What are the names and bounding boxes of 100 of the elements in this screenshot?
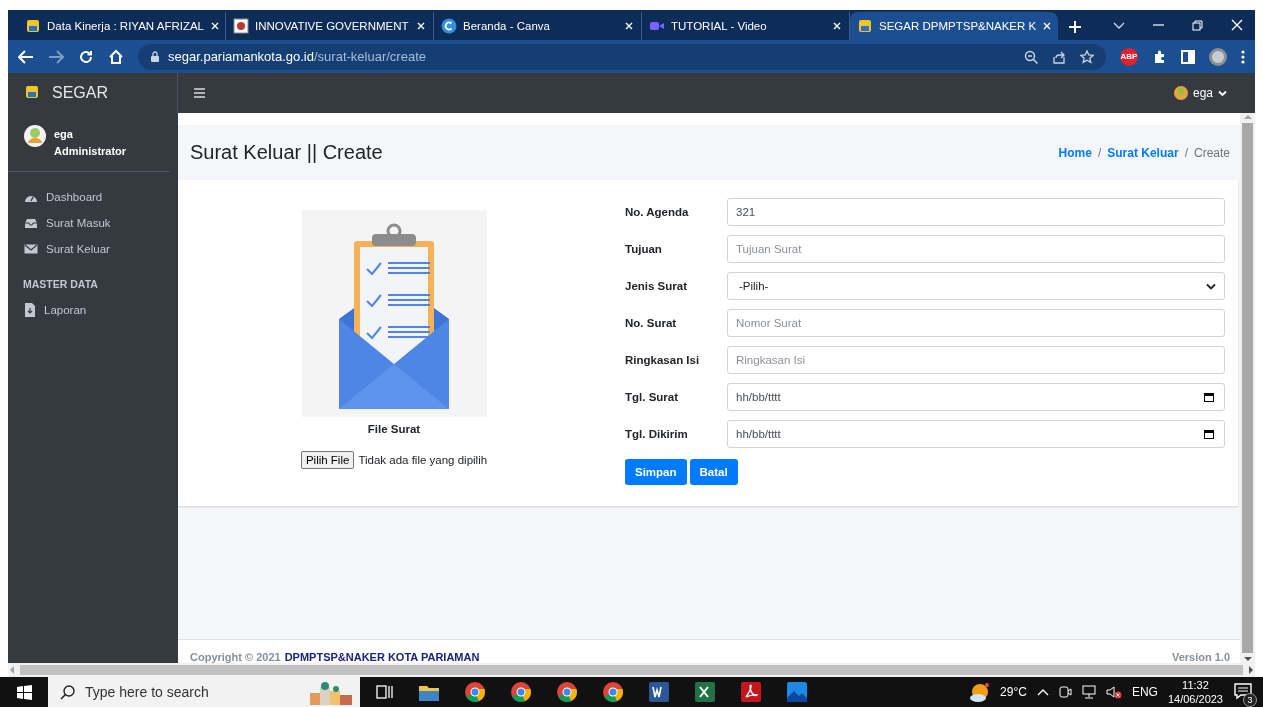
zoom-out-icon[interactable] [1024, 49, 1038, 64]
adblock-extension-button[interactable]: ABP [1120, 47, 1138, 66]
address-bar[interactable]: segar.pariamankota.go.id/surat-keluar/create [138, 43, 1106, 70]
horizontal-scrollbar[interactable] [8, 663, 1255, 677]
copyright-text: Copyright © 2021 [190, 651, 281, 663]
browser-tab[interactable]: SEGAR DPMPTSP&NAKER K [850, 12, 1058, 40]
user-name: ega [54, 128, 74, 140]
sidebar-item[interactable]: Dashboard [8, 184, 178, 210]
sidebar-item[interactable]: Laporan [8, 296, 178, 324]
close-icon[interactable] [416, 21, 426, 31]
windows-logo-icon[interactable] [16, 684, 32, 700]
form-button[interactable]: Batal [689, 459, 738, 485]
shield-favicon-icon [857, 18, 873, 34]
forward-arrow-icon[interactable] [48, 48, 64, 65]
back-arrow-icon[interactable] [18, 48, 34, 65]
sidebar-item[interactable]: Surat Masuk [8, 210, 178, 236]
field-label: No. Surat [625, 317, 678, 329]
pdf-reader-icon[interactable] [741, 682, 761, 702]
shield-favicon-icon [25, 18, 41, 34]
inbox-tray-icon [24, 217, 38, 229]
language-indicator[interactable]: ENG [1131, 685, 1158, 699]
chrome-browser-icon[interactable] [511, 682, 531, 702]
word-icon[interactable] [649, 682, 669, 702]
breadcrumb-separator: / [1184, 145, 1188, 160]
close-icon[interactable] [1042, 21, 1053, 31]
input-field[interactable]: Nomor Surat [727, 309, 1225, 337]
side-panel-icon[interactable] [1181, 49, 1195, 64]
task-view-icon[interactable] [376, 684, 393, 700]
speaker-muted-icon[interactable] [1105, 685, 1122, 699]
version-text: Version 1.0 [1171, 651, 1230, 663]
breadcrumb-separator: / [1097, 145, 1102, 160]
chevron-down-icon[interactable] [1113, 20, 1125, 30]
field-label: No. Agenda [625, 206, 690, 218]
sidebar-section-heading: MASTER DATA [22, 277, 99, 292]
input-field[interactable]: 321 [727, 198, 1225, 226]
sidebar-item-label: Laporan [44, 304, 87, 316]
organization-link[interactable]: DPMPTSP&NAKER KOTA PARIAMAN [284, 651, 480, 663]
calendar-icon[interactable] [1204, 429, 1214, 439]
calendar-icon[interactable] [1204, 392, 1214, 402]
envelope-icon [24, 243, 38, 255]
select-dropdown[interactable]: -Pilih- [727, 272, 1225, 300]
lock-icon [150, 50, 160, 63]
letter-c-favicon-icon [441, 18, 457, 34]
input-field[interactable]: Ringkasan Isi [727, 346, 1225, 374]
brand-name: SEGAR [52, 84, 108, 102]
chrome-browser-icon[interactable] [603, 682, 623, 702]
sidebar-item[interactable]: Surat Keluar [8, 236, 178, 262]
chrome-browser-icon[interactable] [557, 682, 577, 702]
user-avatar-icon [1173, 86, 1188, 100]
search-icon [60, 684, 75, 700]
file-caption: File Surat [367, 423, 421, 435]
emblem-favicon-icon [233, 18, 249, 34]
temperature-text: 29°C [1000, 685, 1027, 699]
file-picker-button[interactable]: Pilih File [300, 451, 355, 469]
sun-cloud-weather-icon [968, 681, 991, 703]
speech-bubble-icon [1233, 681, 1253, 701]
restore-icon[interactable] [1192, 19, 1203, 31]
chrome-browser-icon[interactable] [465, 682, 485, 702]
scroll-right-icon[interactable] [1247, 665, 1255, 675]
close-icon[interactable] [210, 21, 220, 31]
excel-icon[interactable] [695, 682, 715, 702]
taskbar-search-field[interactable]: Type here to search [48, 677, 360, 707]
close-icon[interactable] [832, 21, 842, 31]
new-tab-icon[interactable] [1068, 20, 1082, 34]
sidebar-item-label: Surat Keluar [46, 243, 110, 255]
user-avatar-icon [24, 125, 46, 147]
menu-icon[interactable] [194, 88, 205, 98]
close-icon[interactable] [624, 21, 634, 31]
close-icon[interactable] [1231, 19, 1243, 31]
network-icon[interactable] [1081, 685, 1096, 699]
vertical-scrollbar[interactable] [1240, 113, 1255, 663]
more-menu-icon[interactable] [1241, 49, 1245, 64]
field-label: Ringkasan Isi [625, 354, 701, 366]
breadcrumb-link[interactable]: Surat Keluar [1107, 145, 1179, 160]
breadcrumb-link[interactable]: Home [1058, 145, 1092, 160]
date-field[interactable]: hh/bb/tttt [727, 383, 1225, 411]
form-button[interactable]: Simpan [625, 459, 687, 485]
clock[interactable]: 11:32 14/06/2023 [1167, 678, 1223, 706]
chevron-up-icon[interactable] [1036, 687, 1049, 697]
folder-icon[interactable] [419, 683, 439, 701]
file-status: Tidak ada file yang dipilih [358, 454, 488, 466]
city-buildings-drawing [308, 679, 354, 705]
chevron-down-icon [1206, 282, 1216, 290]
sidebar-item-label: Dashboard [46, 191, 103, 203]
date-field[interactable]: hh/bb/tttt [727, 420, 1225, 448]
user-menu[interactable]: ega [1173, 86, 1227, 100]
file-download-icon [24, 303, 36, 317]
profile-avatar-icon[interactable] [1209, 47, 1227, 66]
home-icon[interactable] [108, 48, 124, 65]
field-label: Tujuan [625, 243, 663, 255]
field-label: Tgl. Surat [625, 391, 680, 403]
puzzle-piece-icon[interactable] [1152, 49, 1167, 64]
chevron-down-icon [1218, 89, 1227, 97]
field-label: Tgl. Dikirim [625, 428, 689, 440]
share-icon[interactable] [1052, 49, 1066, 64]
reload-icon[interactable] [78, 48, 94, 65]
input-field[interactable]: Tujuan Surat [727, 235, 1225, 263]
camera-icon[interactable] [1058, 685, 1072, 699]
star-icon[interactable] [1080, 49, 1094, 64]
user-role: Administrator [54, 145, 127, 157]
